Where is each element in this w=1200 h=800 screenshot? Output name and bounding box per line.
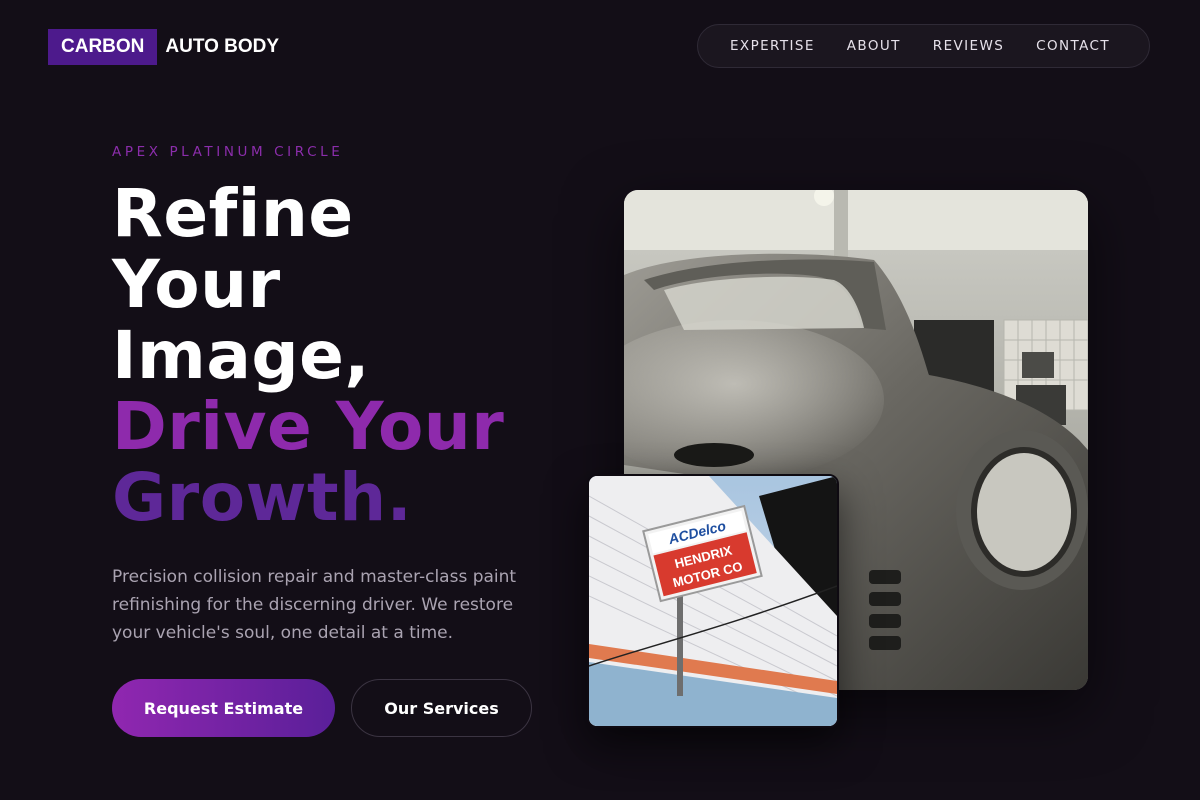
request-estimate-button[interactable]: Request Estimate [112,679,335,737]
nav-expertise[interactable]: EXPERTISE [730,38,815,54]
nav-about[interactable]: ABOUT [847,38,901,54]
headline-line-2: Your [112,246,281,323]
hero-description: Precision collision repair and master-cl… [112,567,517,643]
motor-sign-illustration: ACDelco HENDRIX MOTOR CO [589,476,837,726]
headline-accent-line-2: Growth. [112,459,413,536]
our-services-button[interactable]: Our Services [351,679,532,737]
headline-line-3: Image, [112,317,370,394]
main-nav: EXPERTISE ABOUT REVIEWS CONTACT [697,24,1150,68]
hero-eyebrow: APEX PLATINUM CIRCLE [112,144,344,160]
logo-text: AUTO BODY [165,36,280,57]
nav-contact[interactable]: CONTACT [1036,38,1110,54]
logo-badge: CARBON [48,29,158,65]
nav-reviews[interactable]: REVIEWS [933,38,1004,54]
headline-accent-line-1: Drive Your [112,388,505,465]
hendrix-sign-photo: ACDelco HENDRIX MOTOR CO [587,474,839,728]
headline-line-1: Refine [112,175,354,252]
site-logo[interactable]: CARBON AUTO BODY [48,29,279,65]
hero-headline: Refine Your Image, Drive Your Growth. [112,178,504,533]
